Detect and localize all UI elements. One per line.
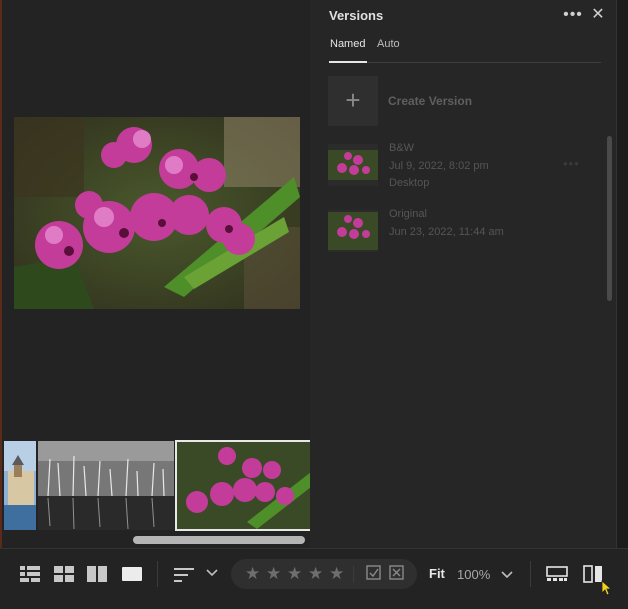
panel-scrollbar[interactable] xyxy=(607,136,612,301)
more-options-icon[interactable]: ••• xyxy=(563,4,583,26)
star-icon[interactable]: ★ xyxy=(266,564,281,584)
version-item-bw[interactable]: B&W Jul 9, 2022, 8:02 pm Desktop ••• xyxy=(328,140,588,190)
filmstrip xyxy=(2,438,313,536)
star-icon[interactable]: ★ xyxy=(329,564,344,584)
filmstrip-icon[interactable] xyxy=(546,566,568,582)
single-view-icon[interactable] xyxy=(122,567,142,581)
chevron-down-icon[interactable] xyxy=(501,567,513,584)
main-photo[interactable] xyxy=(14,117,300,309)
versions-panel: Versions ••• ✕ Named Auto + Create Versi… xyxy=(310,0,616,548)
fit-zoom-button[interactable]: Fit xyxy=(429,566,445,581)
photo-canvas xyxy=(0,0,313,548)
chevron-down-icon[interactable] xyxy=(206,565,218,582)
version-more-icon[interactable]: ••• xyxy=(563,156,580,171)
version-date: Jul 9, 2022, 8:02 pm xyxy=(389,160,489,172)
tab-auto[interactable]: Auto xyxy=(377,38,400,50)
star-icon[interactable]: ★ xyxy=(308,564,323,584)
sort-icon[interactable] xyxy=(174,567,194,583)
active-tab-indicator xyxy=(329,61,367,63)
reject-icon[interactable] xyxy=(389,565,405,581)
panel-title: Versions xyxy=(329,8,384,23)
flag-icon[interactable] xyxy=(366,565,382,581)
compare-view-icon[interactable] xyxy=(87,566,107,582)
version-tabs: Named Auto xyxy=(329,36,601,63)
zoom-level[interactable]: 100% xyxy=(457,567,490,582)
bottom-toolbar: ★ ★ ★ ★ ★ Fit 100% xyxy=(0,548,628,609)
create-version-label: Create Version xyxy=(388,94,473,108)
version-item-original[interactable]: Original Jun 23, 2022, 11:44 am xyxy=(328,206,588,256)
version-thumbnail xyxy=(328,144,378,186)
toolbar-divider xyxy=(530,561,531,587)
panel-edge xyxy=(616,0,628,548)
split-compare-icon[interactable] xyxy=(583,565,603,583)
toolbar-divider xyxy=(157,561,158,587)
rating-divider xyxy=(353,565,354,583)
grid-small-icon[interactable] xyxy=(20,566,40,582)
mouse-cursor-icon xyxy=(601,580,613,596)
star-icon[interactable]: ★ xyxy=(287,564,302,584)
tab-named[interactable]: Named xyxy=(330,38,365,50)
plus-icon[interactable]: + xyxy=(328,76,378,126)
version-source: Desktop xyxy=(389,177,430,189)
version-thumbnail xyxy=(328,210,378,252)
create-version-button[interactable]: + Create Version xyxy=(328,76,588,126)
filmstrip-thumb-trees[interactable] xyxy=(38,441,174,530)
version-name: B&W xyxy=(389,142,415,154)
grid-large-icon[interactable] xyxy=(54,566,74,582)
filmstrip-scrollbar-thumb[interactable] xyxy=(133,536,305,544)
filmstrip-thumb-orchid-selected[interactable] xyxy=(175,440,313,531)
star-icon[interactable]: ★ xyxy=(245,564,260,584)
version-date: Jun 23, 2022, 11:44 am xyxy=(389,226,504,238)
close-icon[interactable]: ✕ xyxy=(589,4,607,26)
version-name: Original xyxy=(389,208,427,220)
filmstrip-thumb-castle[interactable] xyxy=(4,441,36,530)
